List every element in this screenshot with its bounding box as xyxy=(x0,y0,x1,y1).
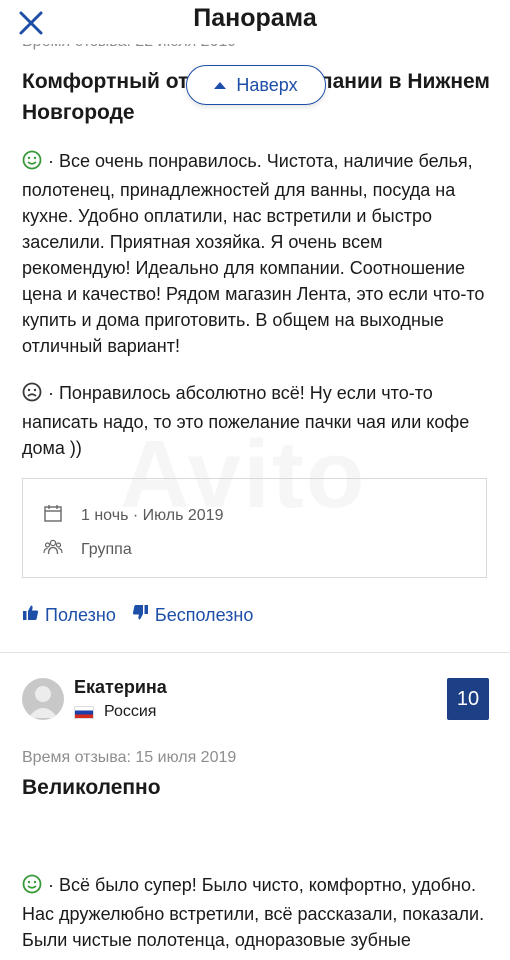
caret-up-icon xyxy=(214,81,227,89)
thumbs-up-icon xyxy=(22,604,39,626)
smile-sad-icon xyxy=(22,382,42,409)
review-pros-text: · Все очень понравилось. Чистота, наличи… xyxy=(22,151,485,356)
review-cons: · Понравилось абсолютно всё! Ну если что… xyxy=(22,380,492,461)
group-icon xyxy=(43,537,63,562)
useless-button[interactable]: Бесполезно xyxy=(132,604,254,626)
scroll-up-label: Наверх xyxy=(236,74,298,95)
stay-row: 1 ночь · Июль 2019 xyxy=(43,503,223,528)
divider xyxy=(0,652,510,653)
review-cons-text: · Понравилось абсолютно всё! Ну если что… xyxy=(22,383,470,458)
score-badge: 10 xyxy=(447,678,489,720)
page-title: Панорама xyxy=(193,4,317,32)
review-actions: Полезно Бесполезно xyxy=(22,604,253,626)
review2-pros-text: · Всё было супер! Было чисто, комфортно,… xyxy=(22,875,485,950)
group-text: Группа xyxy=(81,540,132,558)
useful-button[interactable]: Полезно xyxy=(22,604,116,626)
smile-good-icon xyxy=(22,150,42,177)
author-country: Россия xyxy=(74,703,156,721)
thumbs-down-icon xyxy=(132,604,149,626)
review-pros: · Все очень понравилось. Чистота, наличи… xyxy=(22,148,492,359)
review-date-2: Время отзыва: 15 июля 2019 xyxy=(22,749,237,766)
avatar xyxy=(22,678,64,720)
country-text: Россия xyxy=(104,703,157,720)
calendar-icon xyxy=(43,503,63,528)
author-name: Екатерина xyxy=(74,677,167,697)
group-row: Группа xyxy=(43,537,132,562)
russia-flag-icon xyxy=(74,705,94,719)
useless-label: Бесполезно xyxy=(154,604,254,625)
top-bar: Панорама xyxy=(0,0,510,44)
review2-pros: · Всё было супер! Было чисто, комфортно,… xyxy=(22,822,492,953)
review-title-2: Великолепно xyxy=(22,776,161,799)
scroll-up-button[interactable]: Наверх xyxy=(186,65,326,105)
useful-label: Полезно xyxy=(45,604,116,625)
stay-text: 1 ночь · Июль 2019 xyxy=(81,506,224,524)
stay-info-box: 1 ночь · Июль 2019 Группа xyxy=(22,478,487,578)
smile-good-icon-2 xyxy=(22,848,42,901)
